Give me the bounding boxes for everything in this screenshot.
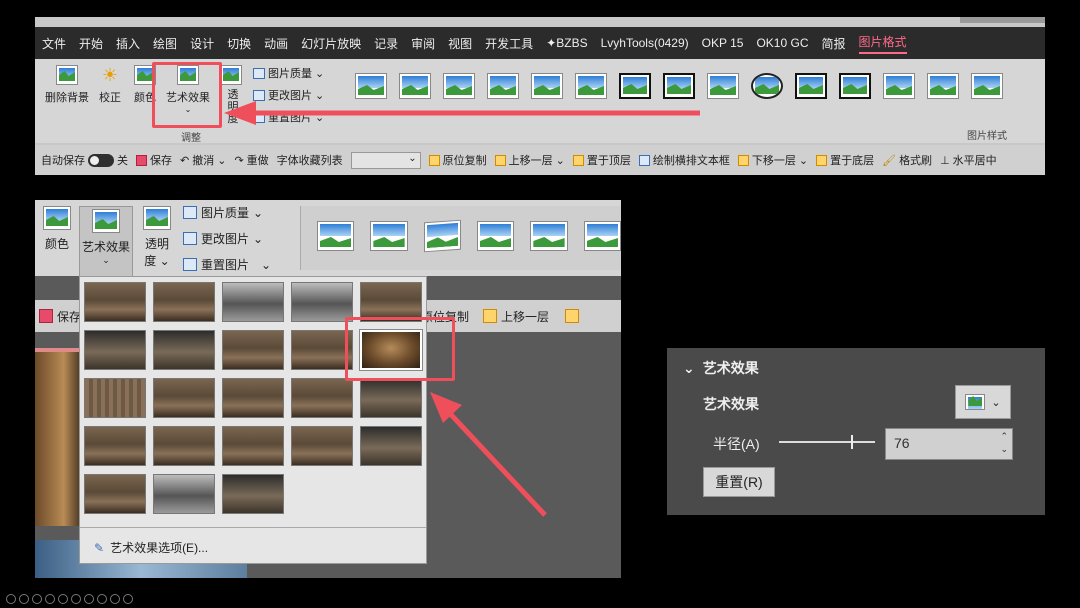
camera-icon[interactable] [97, 594, 107, 604]
prev-icon[interactable] [6, 594, 16, 604]
slideshow-toolbar [6, 594, 133, 604]
zoom-icon[interactable] [71, 594, 81, 604]
pointer-icon[interactable] [84, 594, 94, 604]
arrow-to-ribbon [224, 101, 700, 125]
grid-icon[interactable] [58, 594, 68, 604]
arrow-to-gallery [430, 392, 547, 517]
annotation-arrows [224, 101, 700, 517]
edit-icon[interactable] [45, 594, 55, 604]
more-icon[interactable] [123, 594, 133, 604]
next-icon[interactable] [19, 594, 29, 604]
subtitle-icon[interactable] [110, 594, 120, 604]
pen-icon[interactable] [32, 594, 42, 604]
